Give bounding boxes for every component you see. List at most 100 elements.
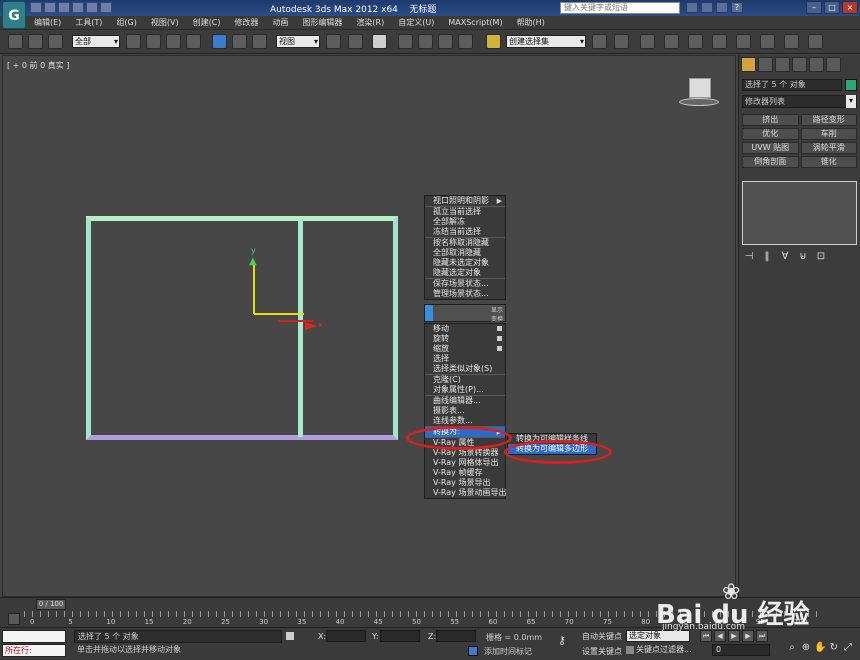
open-file-icon[interactable] [44, 2, 56, 13]
rect-selection-region-icon[interactable] [166, 34, 181, 49]
motion-tab-icon[interactable] [792, 57, 807, 72]
quad-menu-item[interactable]: V-Ray 场景导出 [425, 478, 505, 488]
pivot-center-icon[interactable] [326, 34, 341, 49]
schematic-view-icon[interactable] [712, 34, 727, 49]
viewcube-face[interactable] [689, 78, 711, 98]
align-icon[interactable] [614, 34, 629, 49]
percent-snap-icon[interactable] [438, 34, 453, 49]
quad-menu-item[interactable]: 克隆(C) [425, 375, 505, 385]
layer-manager-icon[interactable] [640, 34, 655, 49]
menu-item[interactable]: 动画 [272, 17, 288, 29]
menu-item[interactable]: 帮助(H) [517, 17, 545, 29]
new-file-icon[interactable] [30, 2, 42, 13]
create-tab-icon[interactable] [741, 57, 756, 72]
quad-menu-item[interactable]: 隐藏选定对象 [425, 268, 505, 278]
modifier-button[interactable]: 路径变形 [800, 114, 857, 126]
maxscript-listener-error[interactable]: 所在行: [2, 644, 66, 657]
orbit-icon[interactable]: ↻ [828, 642, 840, 655]
viewport-label[interactable]: [ + 0 前 0 真实 ] [7, 60, 69, 71]
modify-tab-icon[interactable] [758, 57, 773, 72]
modifier-button[interactable]: 涡轮平滑 [800, 142, 857, 154]
save-file-icon[interactable] [58, 2, 70, 13]
bind-space-warp-icon[interactable] [48, 34, 63, 49]
quad-menu-item[interactable]: 对象属性(P)... [425, 385, 505, 395]
maxscript-listener[interactable] [2, 630, 66, 643]
display-tab-icon[interactable] [809, 57, 824, 72]
go-to-end-icon[interactable]: ⏭ [756, 630, 768, 642]
track-bar-toggle-icon[interactable] [8, 613, 20, 625]
quad-menu-item[interactable]: 全部解冻 [425, 217, 505, 227]
quad-menu-item[interactable]: 旋转 [425, 334, 505, 344]
menu-item[interactable]: 工具(T) [75, 17, 102, 29]
modifier-button[interactable]: UVW 贴图 [742, 142, 799, 154]
quad-menu-item[interactable]: 管理场景状态... [425, 289, 505, 299]
gizmo-z-axis[interactable] [278, 320, 314, 322]
quad-menu-item[interactable]: 曲线编辑器... [425, 396, 505, 406]
z-coord-field[interactable] [436, 630, 476, 642]
edit-named-selection-icon[interactable] [486, 34, 501, 49]
spline-rectangle-frame[interactable] [86, 216, 398, 440]
zoom-icon[interactable]: ⌕ [786, 642, 798, 655]
quad-menu-item[interactable]: V-Ray 网格体导出 [425, 458, 505, 468]
maximize-button[interactable]: □ [824, 1, 840, 14]
help-icon[interactable]: ? [731, 2, 743, 13]
maximize-viewport-icon[interactable]: ⤢ [842, 642, 854, 655]
menu-item[interactable]: 编辑(E) [34, 17, 61, 29]
link-icon[interactable] [8, 34, 23, 49]
material-editor-icon[interactable] [736, 34, 751, 49]
quad-menu-item[interactable]: 缩放 [425, 344, 505, 354]
key-icon[interactable] [701, 2, 713, 13]
modifier-button[interactable]: 车削 [800, 128, 857, 140]
auto-key-button[interactable]: 自动关键点 [582, 631, 622, 642]
gizmo-x-axis[interactable] [254, 313, 304, 315]
remove-modifier-icon[interactable]: ⊌ [797, 251, 809, 263]
quad-menu-item[interactable]: 冻结当前选择 [425, 227, 505, 237]
time-slider-handle[interactable]: 0 / 100 [36, 599, 66, 610]
binoculars-icon[interactable] [686, 2, 698, 13]
quad-menu-item[interactable]: 选择 [425, 354, 505, 364]
x-coord-field[interactable] [326, 630, 366, 642]
make-unique-icon[interactable]: ∀ [779, 251, 791, 263]
modifier-stack[interactable] [742, 181, 857, 245]
gizmo-y-axis[interactable] [253, 262, 255, 314]
selection-filter-dropdown[interactable]: 全部 [72, 35, 120, 48]
select-and-manipulate-icon[interactable] [348, 34, 363, 49]
y-coord-field[interactable] [380, 630, 420, 642]
quad-menu-item[interactable]: V-Ray 场景动画导出 [425, 488, 506, 498]
quad-menu-item[interactable]: 视口照明和阴影 [425, 196, 505, 206]
graphite-ribbon-icon[interactable] [664, 34, 679, 49]
menu-item[interactable]: 修改器 [234, 17, 258, 29]
render-setup-icon[interactable] [760, 34, 775, 49]
menu-item[interactable]: 视图(V) [151, 17, 179, 29]
menu-item[interactable]: 组(G) [116, 17, 136, 29]
quad-menu-item[interactable]: 摄影表... [425, 406, 505, 416]
snaps-toggle-icon[interactable] [398, 34, 413, 49]
modifier-button[interactable]: 锥化 [800, 156, 857, 168]
spline-divider-line[interactable] [298, 219, 303, 437]
menu-item[interactable]: 自定义(U) [398, 17, 434, 29]
named-selection-dropdown[interactable]: 创建选择集 [506, 35, 586, 48]
viewcube[interactable] [679, 78, 719, 112]
set-key-icon[interactable]: ⚷ [558, 634, 566, 647]
quad-menu-item[interactable]: 全部取消隐藏 [425, 248, 505, 258]
object-name-field[interactable]: 选择了 5 个 对象 [742, 79, 842, 91]
set-key-button[interactable]: 设置关键点 [582, 646, 622, 657]
unlink-icon[interactable] [28, 34, 43, 49]
undo-icon[interactable] [72, 2, 84, 13]
add-time-tag-icon[interactable] [468, 646, 478, 656]
spinner-snap-icon[interactable] [458, 34, 473, 49]
quad-menu-item[interactable]: 连线参数... [425, 416, 505, 426]
quad-menu-item[interactable]: 移动 [425, 324, 505, 334]
quad-menu-item[interactable]: 选择类似对象(S) [425, 364, 505, 374]
hierarchy-tab-icon[interactable] [775, 57, 790, 72]
render-production-icon[interactable] [808, 34, 823, 49]
add-time-tag-label[interactable]: 添加时间标记 [484, 646, 532, 657]
modifier-button[interactable]: 挤出 [742, 114, 799, 126]
menu-item[interactable]: MAXScript(M) [448, 17, 502, 29]
reference-coordinate-dropdown[interactable]: 视图 [276, 35, 320, 48]
star-icon[interactable] [716, 2, 728, 13]
quad-menu-item[interactable]: 保存场景状态... [425, 279, 505, 289]
pin-stack-icon[interactable]: ⊣ [743, 251, 755, 263]
pan-icon[interactable]: ✋ [814, 642, 826, 655]
viewcube-ring[interactable] [679, 98, 719, 106]
